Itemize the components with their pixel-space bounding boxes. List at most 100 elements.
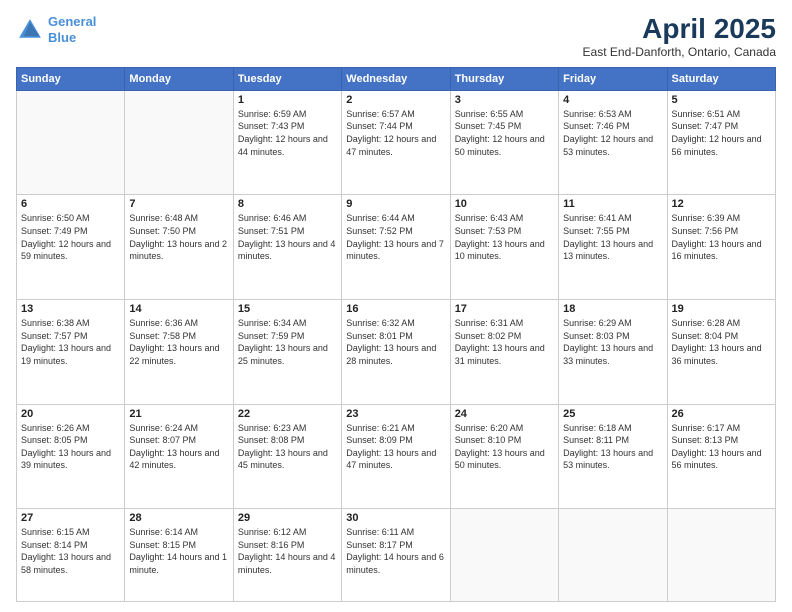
calendar-day-cell: 30 Sunrise: 6:11 AM Sunset: 8:17 PM Dayli… (342, 509, 450, 602)
day-info: Sunrise: 6:32 AM Sunset: 8:01 PM Dayligh… (346, 317, 445, 367)
logo-line2: Blue (48, 30, 76, 45)
calendar-day-cell: 29Sunrise: 6:12 AM Sunset: 8:16 PM Dayli… (233, 509, 341, 602)
calendar-header-row: SundayMondayTuesdayWednesdayThursdayFrid… (17, 67, 776, 90)
day-info: Sunrise: 6:17 AM Sunset: 8:13 PM Dayligh… (672, 422, 771, 472)
day-number: 15 (238, 303, 337, 315)
day-info: Sunrise: 6:48 AM Sunset: 7:50 PM Dayligh… (129, 212, 228, 262)
day-number: 10 (455, 198, 554, 210)
day-info: Sunrise: 6:24 AM Sunset: 8:07 PM Dayligh… (129, 422, 228, 472)
calendar-day-cell: 12 Sunrise: 6:39 AM Sunset: 7:56 PM Dayli… (667, 195, 775, 300)
calendar-day-cell: 19 Sunrise: 6:28 AM Sunset: 8:04 PM Dayli… (667, 300, 775, 405)
calendar-day-cell: 17 Sunrise: 6:31 AM Sunset: 8:02 PM Dayli… (450, 300, 558, 405)
day-number: 6 (21, 198, 120, 210)
day-number: 16 (346, 303, 445, 315)
day-number: 11 (563, 198, 662, 210)
location: East End-Danforth, Ontario, Canada (583, 45, 776, 59)
day-info: Sunrise: 6:39 AM Sunset: 7:56 PM Dayligh… (672, 212, 771, 262)
calendar-day-cell: 11Sunrise: 6:41 AM Sunset: 7:55 PM Dayli… (559, 195, 667, 300)
calendar-day-cell: 14 Sunrise: 6:36 AM Sunset: 7:58 PM Dayli… (125, 300, 233, 405)
day-info: Sunrise: 6:46 AM Sunset: 7:51 PM Dayligh… (238, 212, 337, 262)
day-info: Sunrise: 6:53 AM Sunset: 7:46 PM Dayligh… (563, 108, 662, 158)
day-info: Sunrise: 6:59 AM Sunset: 7:43 PM Dayligh… (238, 108, 337, 158)
day-info: Sunrise: 6:14 AM Sunset: 8:15 PM Dayligh… (129, 526, 228, 576)
calendar-day-cell: 2Sunrise: 6:57 AM Sunset: 7:44 PM Daylig… (342, 90, 450, 195)
day-info: Sunrise: 6:29 AM Sunset: 8:03 PM Dayligh… (563, 317, 662, 367)
calendar-day-cell: 23 Sunrise: 6:21 AM Sunset: 8:09 PM Dayli… (342, 404, 450, 509)
day-number: 2 (346, 94, 445, 106)
day-number: 29 (238, 512, 337, 524)
logo-line1: General (48, 14, 96, 29)
calendar-day-cell: 3 Sunrise: 6:55 AM Sunset: 7:45 PM Daylig… (450, 90, 558, 195)
day-info: Sunrise: 6:44 AM Sunset: 7:52 PM Dayligh… (346, 212, 445, 262)
day-info: Sunrise: 6:18 AM Sunset: 8:11 PM Dayligh… (563, 422, 662, 472)
calendar-week-row: 27 Sunrise: 6:15 AM Sunset: 8:14 PM Dayli… (17, 509, 776, 602)
calendar-day-cell: 1 Sunrise: 6:59 AM Sunset: 7:43 PM Daylig… (233, 90, 341, 195)
calendar-day-cell: 15 Sunrise: 6:34 AM Sunset: 7:59 PM Dayli… (233, 300, 341, 405)
calendar-week-row: 13Sunrise: 6:38 AM Sunset: 7:57 PM Dayli… (17, 300, 776, 405)
day-number: 21 (129, 408, 228, 420)
month-title: April 2025 (583, 14, 776, 45)
day-info: Sunrise: 6:34 AM Sunset: 7:59 PM Dayligh… (238, 317, 337, 367)
day-info: Sunrise: 6:38 AM Sunset: 7:57 PM Dayligh… (21, 317, 120, 367)
calendar-day-header: Saturday (667, 67, 775, 90)
day-number: 28 (129, 512, 228, 524)
day-number: 23 (346, 408, 445, 420)
calendar-day-cell (667, 509, 775, 602)
calendar-day-cell: 20 Sunrise: 6:26 AM Sunset: 8:05 PM Dayli… (17, 404, 125, 509)
calendar-day-cell: 22 Sunrise: 6:23 AM Sunset: 8:08 PM Dayli… (233, 404, 341, 509)
day-number: 27 (21, 512, 120, 524)
calendar-day-cell: 27 Sunrise: 6:15 AM Sunset: 8:14 PM Dayli… (17, 509, 125, 602)
day-number: 14 (129, 303, 228, 315)
day-number: 9 (346, 198, 445, 210)
day-number: 4 (563, 94, 662, 106)
day-info: Sunrise: 6:55 AM Sunset: 7:45 PM Dayligh… (455, 108, 554, 158)
day-number: 3 (455, 94, 554, 106)
calendar-day-header: Sunday (17, 67, 125, 90)
calendar-day-cell: 24 Sunrise: 6:20 AM Sunset: 8:10 PM Dayli… (450, 404, 558, 509)
calendar-day-cell: 7 Sunrise: 6:48 AM Sunset: 7:50 PM Daylig… (125, 195, 233, 300)
day-info: Sunrise: 6:36 AM Sunset: 7:58 PM Dayligh… (129, 317, 228, 367)
day-info: Sunrise: 6:31 AM Sunset: 8:02 PM Dayligh… (455, 317, 554, 367)
day-info: Sunrise: 6:28 AM Sunset: 8:04 PM Dayligh… (672, 317, 771, 367)
calendar-day-cell (125, 90, 233, 195)
day-number: 1 (238, 94, 337, 106)
day-number: 17 (455, 303, 554, 315)
day-number: 26 (672, 408, 771, 420)
day-number: 7 (129, 198, 228, 210)
day-info: Sunrise: 6:51 AM Sunset: 7:47 PM Dayligh… (672, 108, 771, 158)
day-info: Sunrise: 6:50 AM Sunset: 7:49 PM Dayligh… (21, 212, 120, 262)
logo-text: General Blue (48, 14, 96, 45)
day-number: 25 (563, 408, 662, 420)
calendar-day-cell (559, 509, 667, 602)
calendar-day-header: Monday (125, 67, 233, 90)
title-block: April 2025 East End-Danforth, Ontario, C… (583, 14, 776, 59)
day-info: Sunrise: 6:21 AM Sunset: 8:09 PM Dayligh… (346, 422, 445, 472)
page: General Blue April 2025 East End-Danfort… (0, 0, 792, 612)
logo-icon (16, 16, 44, 44)
calendar-day-cell: 25 Sunrise: 6:18 AM Sunset: 8:11 PM Dayli… (559, 404, 667, 509)
day-info: Sunrise: 6:15 AM Sunset: 8:14 PM Dayligh… (21, 526, 120, 576)
calendar-day-header: Wednesday (342, 67, 450, 90)
calendar-day-cell: 28 Sunrise: 6:14 AM Sunset: 8:15 PM Dayli… (125, 509, 233, 602)
day-number: 24 (455, 408, 554, 420)
calendar-day-cell: 13Sunrise: 6:38 AM Sunset: 7:57 PM Dayli… (17, 300, 125, 405)
calendar-day-cell: 10Sunrise: 6:43 AM Sunset: 7:53 PM Dayli… (450, 195, 558, 300)
header: General Blue April 2025 East End-Danfort… (16, 14, 776, 59)
calendar-day-cell: 16 Sunrise: 6:32 AM Sunset: 8:01 PM Dayli… (342, 300, 450, 405)
day-info: Sunrise: 6:11 AM Sunset: 8:17 PM Dayligh… (346, 526, 445, 576)
day-number: 18 (563, 303, 662, 315)
day-number: 12 (672, 198, 771, 210)
calendar-day-cell (17, 90, 125, 195)
calendar-day-header: Thursday (450, 67, 558, 90)
day-number: 20 (21, 408, 120, 420)
day-info: Sunrise: 6:20 AM Sunset: 8:10 PM Dayligh… (455, 422, 554, 472)
calendar-day-cell: 18 Sunrise: 6:29 AM Sunset: 8:03 PM Dayli… (559, 300, 667, 405)
calendar-week-row: 20 Sunrise: 6:26 AM Sunset: 8:05 PM Dayli… (17, 404, 776, 509)
calendar-week-row: 1 Sunrise: 6:59 AM Sunset: 7:43 PM Daylig… (17, 90, 776, 195)
day-number: 19 (672, 303, 771, 315)
day-info: Sunrise: 6:23 AM Sunset: 8:08 PM Dayligh… (238, 422, 337, 472)
day-number: 22 (238, 408, 337, 420)
day-number: 30 (346, 512, 445, 524)
logo: General Blue (16, 14, 96, 45)
day-info: Sunrise: 6:26 AM Sunset: 8:05 PM Dayligh… (21, 422, 120, 472)
